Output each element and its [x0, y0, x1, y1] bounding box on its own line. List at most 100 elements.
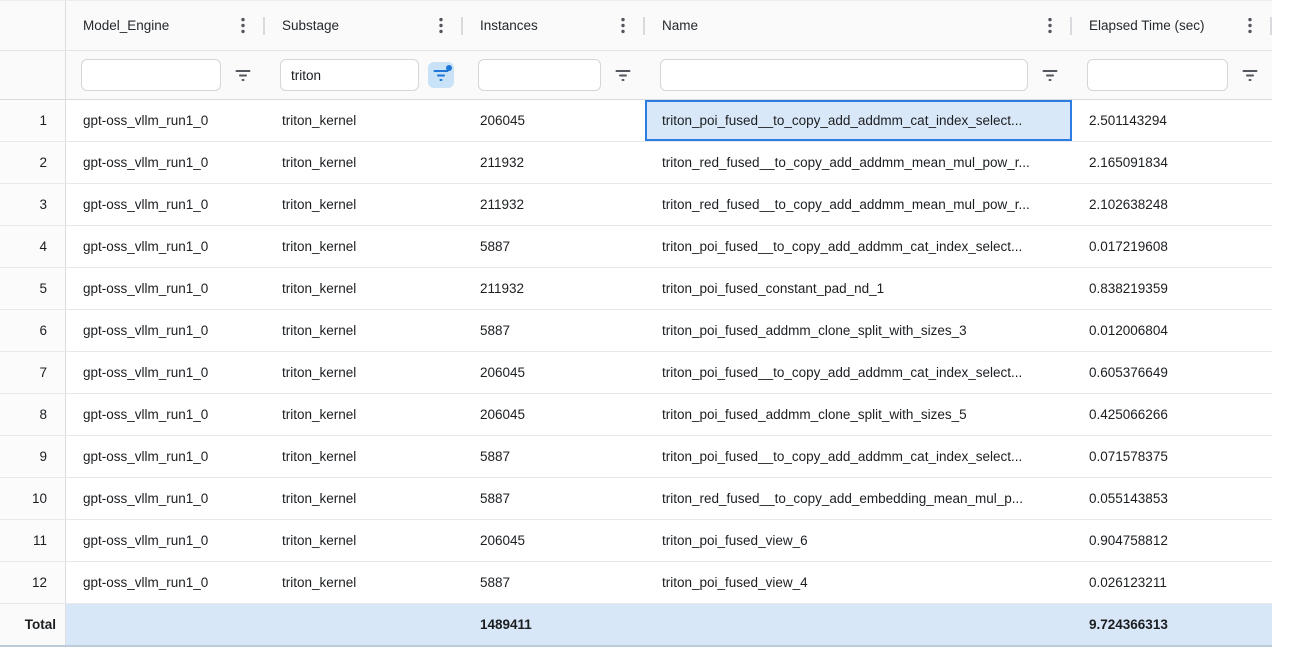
cell-instances[interactable]: 5887: [463, 436, 645, 477]
elapsed-filter-button[interactable]: [1237, 62, 1263, 88]
total-cell-elapsed: 9.724366313: [1072, 604, 1272, 645]
cell-substage[interactable]: triton_kernel: [265, 436, 463, 477]
column-label: Model_Engine: [83, 18, 169, 33]
cell-substage[interactable]: triton_kernel: [265, 520, 463, 561]
cell-name[interactable]: triton_red_fused__to_copy_add_addmm_mean…: [645, 184, 1072, 225]
cell-name[interactable]: triton_poi_fused_addmm_clone_split_with_…: [645, 394, 1072, 435]
cell-name[interactable]: triton_poi_fused_addmm_clone_split_with_…: [645, 310, 1072, 351]
cell-model_engine[interactable]: gpt-oss_vllm_run1_0: [66, 142, 265, 183]
cell-model_engine[interactable]: gpt-oss_vllm_run1_0: [66, 562, 265, 603]
row-number: 8: [0, 394, 66, 435]
cell-name[interactable]: triton_poi_fused__to_copy_add_addmm_cat_…: [645, 436, 1072, 477]
cell-instances[interactable]: 206045: [463, 352, 645, 393]
cell-instances[interactable]: 211932: [463, 268, 645, 309]
row-number: 12: [0, 562, 66, 603]
substage-filter-button[interactable]: [428, 62, 454, 88]
cell-elapsed[interactable]: 0.425066266: [1072, 394, 1272, 435]
column-header-substage[interactable]: Substage: [265, 1, 463, 50]
cell-elapsed[interactable]: 0.904758812: [1072, 520, 1272, 561]
cell-model_engine[interactable]: gpt-oss_vllm_run1_0: [66, 100, 265, 141]
rownum-header-cell: [0, 1, 66, 50]
cell-model_engine[interactable]: gpt-oss_vllm_run1_0: [66, 352, 265, 393]
cell-instances[interactable]: 206045: [463, 394, 645, 435]
cell-instances[interactable]: 211932: [463, 184, 645, 225]
table-row: 8gpt-oss_vllm_run1_0triton_kernel206045t…: [0, 394, 1272, 436]
cell-elapsed[interactable]: 0.071578375: [1072, 436, 1272, 477]
cell-substage[interactable]: triton_kernel: [265, 268, 463, 309]
name-filter-input[interactable]: [660, 59, 1028, 91]
instances-filter-button[interactable]: [610, 62, 636, 88]
cell-elapsed[interactable]: 0.055143853: [1072, 478, 1272, 519]
cell-model_engine[interactable]: gpt-oss_vllm_run1_0: [66, 310, 265, 351]
column-menu-button[interactable]: [1248, 17, 1252, 34]
column-header-elapsed[interactable]: Elapsed Time (sec): [1072, 1, 1272, 50]
instances-filter-input[interactable]: [478, 59, 601, 91]
model_engine-filter-input[interactable]: [81, 59, 221, 91]
cell-instances[interactable]: 5887: [463, 478, 645, 519]
cell-elapsed[interactable]: 0.012006804: [1072, 310, 1272, 351]
row-number: 11: [0, 520, 66, 561]
column-header-model_engine[interactable]: Model_Engine: [66, 1, 265, 50]
cell-elapsed[interactable]: 0.026123211: [1072, 562, 1272, 603]
cell-name[interactable]: triton_poi_fused_view_4: [645, 562, 1072, 603]
total-label: Total: [0, 604, 66, 645]
cell-instances[interactable]: 5887: [463, 226, 645, 267]
cell-substage[interactable]: triton_kernel: [265, 310, 463, 351]
cell-name[interactable]: triton_red_fused__to_copy_add_embedding_…: [645, 478, 1072, 519]
cell-substage[interactable]: triton_kernel: [265, 184, 463, 225]
total-cell-substage: [265, 604, 463, 645]
column-menu-button[interactable]: [241, 17, 245, 34]
cell-elapsed[interactable]: 2.501143294: [1072, 100, 1272, 141]
column-header-instances[interactable]: Instances: [463, 1, 645, 50]
model_engine-filter-button[interactable]: [230, 62, 256, 88]
cell-name[interactable]: triton_poi_fused__to_copy_add_addmm_cat_…: [645, 226, 1072, 267]
cell-name[interactable]: triton_poi_fused_constant_pad_nd_1: [645, 268, 1072, 309]
data-grid: Model_Engine SubstageInstancesName Elapsed…: [0, 0, 1272, 647]
cell-substage[interactable]: triton_kernel: [265, 100, 463, 141]
cell-substage[interactable]: triton_kernel: [265, 226, 463, 267]
cell-name[interactable]: triton_poi_fused_view_6: [645, 520, 1072, 561]
cell-instances[interactable]: 206045: [463, 100, 645, 141]
substage-filter-input[interactable]: [280, 59, 419, 91]
table-row: 3gpt-oss_vllm_run1_0triton_kernel211932t…: [0, 184, 1272, 226]
name-filter-button[interactable]: [1037, 62, 1063, 88]
cell-name[interactable]: triton_red_fused__to_copy_add_addmm_mean…: [645, 142, 1072, 183]
cell-model_engine[interactable]: gpt-oss_vllm_run1_0: [66, 520, 265, 561]
cell-name[interactable]: triton_poi_fused__to_copy_add_addmm_cat_…: [645, 352, 1072, 393]
cell-substage[interactable]: triton_kernel: [265, 562, 463, 603]
table-row: 4gpt-oss_vllm_run1_0triton_kernel5887tri…: [0, 226, 1272, 268]
filter-lines-icon: [235, 69, 251, 82]
cell-instances[interactable]: 5887: [463, 310, 645, 351]
elapsed-filter-input[interactable]: [1087, 59, 1228, 91]
table-row: 9gpt-oss_vllm_run1_0triton_kernel5887tri…: [0, 436, 1272, 478]
cell-substage[interactable]: triton_kernel: [265, 478, 463, 519]
cell-substage[interactable]: triton_kernel: [265, 142, 463, 183]
cell-model_engine[interactable]: gpt-oss_vllm_run1_0: [66, 394, 265, 435]
cell-elapsed[interactable]: 2.102638248: [1072, 184, 1272, 225]
cell-elapsed[interactable]: 0.017219608: [1072, 226, 1272, 267]
column-menu-button[interactable]: [1048, 17, 1052, 34]
cell-instances[interactable]: 206045: [463, 520, 645, 561]
cell-model_engine[interactable]: gpt-oss_vllm_run1_0: [66, 184, 265, 225]
column-menu-button[interactable]: [439, 17, 443, 34]
cell-model_engine[interactable]: gpt-oss_vllm_run1_0: [66, 436, 265, 477]
kebab-vertical-icon: [1248, 17, 1252, 34]
column-label: Elapsed Time (sec): [1089, 18, 1205, 33]
cell-instances[interactable]: 5887: [463, 562, 645, 603]
column-menu-button[interactable]: [621, 17, 625, 34]
cell-name-selected[interactable]: triton_poi_fused__to_copy_add_addmm_cat_…: [645, 100, 1072, 141]
filter-lines-icon: [1042, 69, 1058, 82]
table-row: 5gpt-oss_vllm_run1_0triton_kernel211932t…: [0, 268, 1272, 310]
column-separator[interactable]: [1270, 17, 1272, 35]
cell-instances[interactable]: 211932: [463, 142, 645, 183]
column-header-name[interactable]: Name: [645, 1, 1072, 50]
cell-elapsed[interactable]: 2.165091834: [1072, 142, 1272, 183]
cell-substage[interactable]: triton_kernel: [265, 352, 463, 393]
cell-model_engine[interactable]: gpt-oss_vllm_run1_0: [66, 478, 265, 519]
cell-model_engine[interactable]: gpt-oss_vllm_run1_0: [66, 268, 265, 309]
row-number: 10: [0, 478, 66, 519]
cell-model_engine[interactable]: gpt-oss_vllm_run1_0: [66, 226, 265, 267]
cell-elapsed[interactable]: 0.838219359: [1072, 268, 1272, 309]
cell-elapsed[interactable]: 0.605376649: [1072, 352, 1272, 393]
cell-substage[interactable]: triton_kernel: [265, 394, 463, 435]
